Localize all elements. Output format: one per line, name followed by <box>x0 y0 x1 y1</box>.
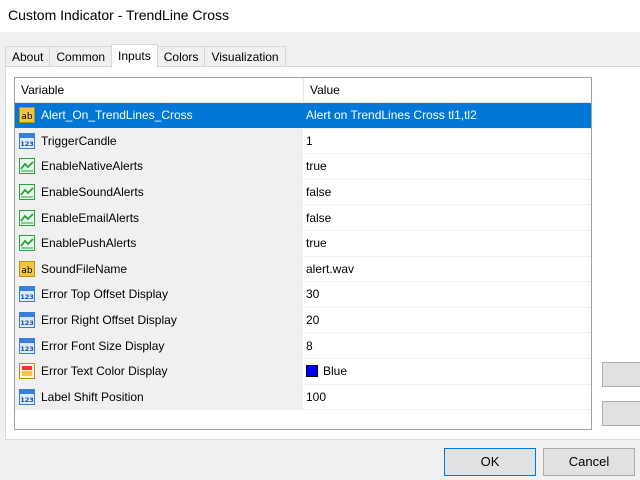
variable-value: 30 <box>306 287 320 302</box>
variable-value: 100 <box>306 389 327 404</box>
tab-strip: About Common Inputs Colors Visualization <box>5 44 286 68</box>
table-row[interactable]: ab SoundFileName alert.wav <box>15 256 591 283</box>
cancel-button[interactable]: Cancel <box>543 448 635 476</box>
variable-name: Error Text Color Display <box>41 364 168 379</box>
variable-name: TriggerCandle <box>41 133 117 148</box>
table-row[interactable]: EnableEmailAlerts false <box>15 205 591 231</box>
variable-value: alert.wav <box>306 261 355 276</box>
svg-text:123: 123 <box>20 396 34 404</box>
variable-value: false <box>306 210 332 225</box>
color-palette-icon <box>19 363 35 380</box>
side-button-upper[interactable] <box>602 362 640 387</box>
variable-value: 1 <box>306 133 313 148</box>
table-row[interactable]: 123 Error Font Size Display 8 <box>15 333 591 359</box>
integer-123-icon: 123 <box>19 286 35 303</box>
table-row[interactable]: 123 Label Shift Position 100 <box>15 384 591 411</box>
boolean-toggle-icon <box>19 209 35 226</box>
column-header-variable[interactable]: Variable <box>15 78 304 102</box>
table-row[interactable]: 123 TriggerCandle 1 <box>15 128 591 155</box>
tab-about[interactable]: About <box>5 46 51 67</box>
string-ab-icon: ab <box>19 260 35 277</box>
value-cell[interactable]: Alert on TrendLines Cross tl1,tl2 <box>304 103 591 128</box>
boolean-toggle-icon <box>19 158 35 175</box>
integer-123-icon: 123 <box>19 388 35 405</box>
variable-name: EnableSoundAlerts <box>41 185 144 200</box>
side-button-lower[interactable] <box>602 401 640 426</box>
tab-inputs[interactable]: Inputs <box>111 44 158 68</box>
svg-text:123: 123 <box>20 319 34 327</box>
variable-name: EnablePushAlerts <box>41 236 137 251</box>
variable-name: EnableNativeAlerts <box>41 159 144 174</box>
value-cell[interactable]: 8 <box>304 333 591 358</box>
svg-text:123: 123 <box>20 293 34 301</box>
variable-value: Alert on TrendLines Cross tl1,tl2 <box>306 108 477 123</box>
tab-colors[interactable]: Colors <box>156 46 206 67</box>
inputs-grid: Variable Value ab Alert_On_TrendLines_Cro… <box>14 77 592 430</box>
variable-name: Label Shift Position <box>41 389 144 404</box>
variable-cell[interactable]: EnableNativeAlerts <box>15 154 304 179</box>
color-swatch[interactable] <box>306 365 318 378</box>
ok-button[interactable]: OK <box>444 448 536 476</box>
value-cell[interactable]: true <box>304 230 591 256</box>
value-cell[interactable]: alert.wav <box>304 256 591 282</box>
variable-name: EnableEmailAlerts <box>41 210 140 225</box>
value-cell[interactable]: 1 <box>304 128 591 154</box>
grid-header: Variable Value <box>15 78 591 103</box>
variable-cell[interactable]: ab SoundFileName <box>15 256 304 282</box>
variable-value: Blue <box>323 364 348 379</box>
svg-text:123: 123 <box>20 345 34 353</box>
column-header-value[interactable]: Value <box>304 78 340 102</box>
boolean-toggle-icon <box>19 235 35 252</box>
variable-value: 20 <box>306 313 320 328</box>
variable-value: 8 <box>306 338 313 353</box>
value-cell[interactable]: true <box>304 154 591 179</box>
table-row[interactable]: ab Alert_On_TrendLines_Cross Alert on Tren… <box>15 103 591 129</box>
variable-cell[interactable]: 123 Error Right Offset Display <box>15 307 304 333</box>
integer-123-icon: 123 <box>19 132 35 149</box>
grid-rows: ab Alert_On_TrendLines_Cross Alert on Tren… <box>15 103 591 411</box>
tab-visualization[interactable]: Visualization <box>204 46 286 67</box>
variable-cell[interactable]: ab Alert_On_TrendLines_Cross <box>15 103 304 128</box>
variable-cell[interactable]: EnableEmailAlerts <box>15 205 304 230</box>
variable-cell[interactable]: 123 Error Font Size Display <box>15 333 304 358</box>
variable-name: Error Right Offset Display <box>41 313 177 328</box>
table-row[interactable]: Error Text Color Display Blue <box>15 358 591 385</box>
variable-cell[interactable]: 123 Label Shift Position <box>15 384 304 410</box>
table-row[interactable]: 123 Error Right Offset Display 20 <box>15 307 591 334</box>
integer-123-icon: 123 <box>19 337 35 354</box>
table-row[interactable]: EnableNativeAlerts true <box>15 154 591 180</box>
svg-text:ab: ab <box>21 266 33 276</box>
value-cell[interactable]: 30 <box>304 282 591 307</box>
integer-123-icon: 123 <box>19 312 35 329</box>
variable-cell[interactable]: EnableSoundAlerts <box>15 179 304 205</box>
value-cell[interactable]: false <box>304 179 591 205</box>
value-cell[interactable]: 20 <box>304 307 591 333</box>
svg-text:123: 123 <box>20 140 34 148</box>
variable-name: Alert_On_TrendLines_Cross <box>41 108 193 123</box>
svg-text:ab: ab <box>21 112 33 122</box>
value-cell[interactable]: false <box>304 205 591 230</box>
variable-cell[interactable]: 123 Error Top Offset Display <box>15 282 304 307</box>
variable-name: Error Top Offset Display <box>41 287 168 302</box>
variable-name: SoundFileName <box>41 261 128 276</box>
value-cell[interactable]: 100 <box>304 384 591 410</box>
string-ab-icon: ab <box>19 107 35 124</box>
variable-value: false <box>306 185 332 200</box>
variable-cell[interactable]: 123 TriggerCandle <box>15 128 304 154</box>
table-row[interactable]: EnablePushAlerts true <box>15 230 591 257</box>
variable-value: true <box>306 159 327 174</box>
tab-common[interactable]: Common <box>49 46 113 67</box>
variable-cell[interactable]: Error Text Color Display <box>15 358 304 384</box>
boolean-toggle-icon <box>19 184 35 201</box>
title-bar: Custom Indicator - TrendLine Cross <box>0 0 640 32</box>
variable-name: Error Font Size Display <box>41 338 165 353</box>
value-cell[interactable]: Blue <box>304 358 591 384</box>
variable-value: true <box>306 236 327 251</box>
table-row[interactable]: 123 Error Top Offset Display 30 <box>15 282 591 308</box>
variable-cell[interactable]: EnablePushAlerts <box>15 230 304 256</box>
window-title: Custom Indicator - TrendLine Cross <box>8 7 229 23</box>
table-row[interactable]: EnableSoundAlerts false <box>15 179 591 206</box>
